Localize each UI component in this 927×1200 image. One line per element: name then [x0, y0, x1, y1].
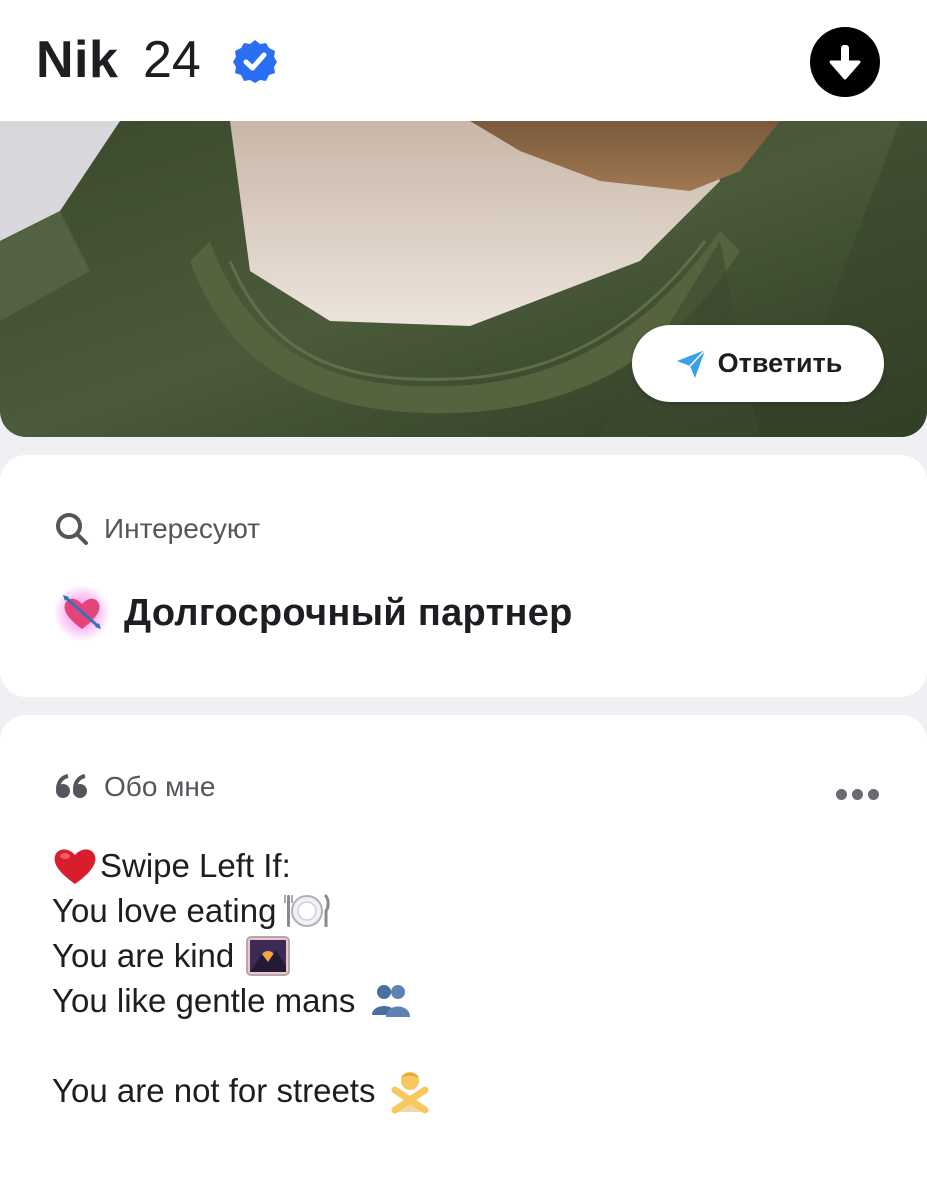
bio-line: You love eating: [52, 888, 433, 933]
bio-line: You are kind: [52, 933, 433, 978]
heart-with-arrow-icon: [54, 585, 110, 641]
sunrise-mountains-icon: [246, 935, 291, 976]
interests-card: Интересуют Долгосрочный партнер: [0, 455, 927, 697]
interest-value: Долгосрочный партнер: [124, 591, 573, 634]
interest-item: Долгосрочный партнер: [54, 585, 573, 641]
profile-age: 24: [143, 31, 201, 89]
download-arrow-icon: [829, 45, 861, 80]
bio-line: You are not for streets: [52, 1068, 433, 1113]
bio-text: Swipe Left If: You love eating You are k…: [52, 843, 433, 1113]
reply-button[interactable]: Ответить: [632, 325, 884, 402]
paper-plane-icon: [676, 348, 706, 378]
person-gesturing-no-icon: [391, 1071, 429, 1113]
about-title: Обо мне: [104, 771, 216, 802]
more-dots-icon[interactable]: [836, 789, 879, 800]
interests-header: Интересуют: [54, 511, 260, 547]
about-header: Обо мне: [54, 771, 215, 803]
people-silhouette-icon: [372, 984, 411, 1017]
bio-line: You like gentle mans: [52, 978, 433, 1023]
bio-line: [52, 1023, 433, 1068]
about-card: Обо мне Swipe Left If: You love eating Y…: [0, 715, 927, 1200]
bio-line: Swipe Left If:: [52, 843, 433, 888]
quote-icon: [56, 774, 87, 798]
search-icon: [56, 513, 88, 545]
profile-header: Nik 24: [0, 0, 927, 121]
profile-name: Nik: [36, 31, 119, 89]
verified-badge-icon: [233, 40, 277, 83]
download-button[interactable]: [810, 27, 880, 97]
red-heart-icon: [54, 848, 96, 884]
interests-title: Интересуют: [104, 513, 261, 544]
reply-button-label: Ответить: [717, 348, 843, 378]
plate-cutlery-icon: [284, 893, 331, 927]
